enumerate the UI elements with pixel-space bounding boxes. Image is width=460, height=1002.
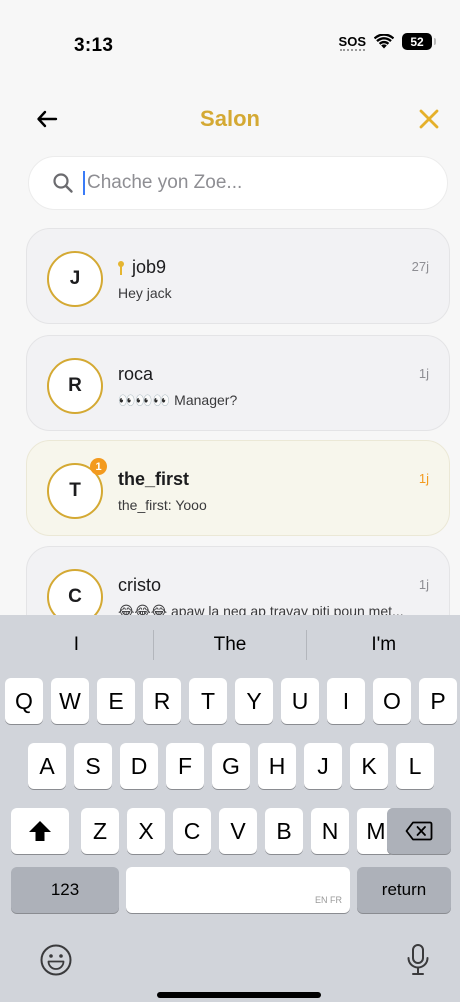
suggestion-1[interactable]: I bbox=[0, 634, 153, 656]
wifi-icon bbox=[374, 34, 394, 49]
sos-indicator: SOS bbox=[338, 34, 366, 51]
microphone-icon bbox=[407, 944, 429, 975]
key-w[interactable]: W bbox=[51, 678, 89, 724]
suggestion-2[interactable]: The bbox=[154, 634, 307, 656]
suggestion-3[interactable]: I'm bbox=[307, 634, 460, 656]
chat-time: 1j bbox=[418, 366, 429, 381]
key-g[interactable]: G bbox=[212, 743, 250, 789]
chat-item-the-first[interactable]: T 1 the_first the_first: Yooo 1j bbox=[26, 440, 450, 536]
emoji-button[interactable] bbox=[36, 940, 76, 980]
key-l[interactable]: L bbox=[396, 743, 434, 789]
shift-icon bbox=[29, 821, 51, 841]
dictation-button[interactable] bbox=[398, 940, 438, 980]
header: Salon bbox=[0, 100, 460, 140]
chat-time: 1j bbox=[418, 577, 429, 592]
close-button[interactable] bbox=[414, 104, 444, 134]
search-icon bbox=[51, 171, 75, 195]
shift-key[interactable] bbox=[11, 808, 69, 854]
chat-item-roca[interactable]: R roca 👀👀👀 Manager? 1j bbox=[26, 335, 450, 431]
keyboard: I The I'm Q W E R T Y U I O P A S D F G … bbox=[0, 615, 460, 1002]
backspace-icon bbox=[405, 821, 433, 841]
emoji-icon bbox=[40, 944, 72, 976]
key-j[interactable]: J bbox=[304, 743, 342, 789]
numbers-key[interactable]: 123 bbox=[11, 867, 119, 913]
key-a[interactable]: A bbox=[28, 743, 66, 789]
status-time: 3:13 bbox=[74, 35, 114, 56]
key-c[interactable]: C bbox=[173, 808, 211, 854]
page-title: Salon bbox=[200, 106, 260, 131]
chat-name-text: cristo bbox=[118, 575, 162, 595]
avatar: J bbox=[47, 251, 103, 307]
pin-icon bbox=[118, 260, 124, 275]
key-y[interactable]: Y bbox=[235, 678, 273, 724]
key-b[interactable]: B bbox=[265, 808, 303, 854]
space-key[interactable]: EN FR bbox=[126, 867, 350, 913]
key-r[interactable]: R bbox=[143, 678, 181, 724]
key-q[interactable]: Q bbox=[5, 678, 43, 724]
close-icon bbox=[419, 109, 439, 129]
battery-icon: 52 bbox=[402, 33, 436, 50]
key-s[interactable]: S bbox=[74, 743, 112, 789]
unread-badge: 1 bbox=[90, 458, 107, 475]
chat-name-text: the_first bbox=[118, 469, 190, 489]
text-cursor bbox=[83, 171, 85, 195]
keyboard-row-1: Q W E R T Y U I O P bbox=[0, 678, 460, 724]
key-f[interactable]: F bbox=[166, 743, 204, 789]
chat-name: the_first bbox=[118, 469, 189, 490]
keyboard-row-4: 123 EN FR return bbox=[0, 867, 460, 913]
key-k[interactable]: K bbox=[350, 743, 388, 789]
chat-preview: Hey jack bbox=[118, 285, 172, 301]
keyboard-row-2: A S D F G H J K L bbox=[0, 743, 460, 789]
home-indicator[interactable] bbox=[157, 992, 321, 998]
chat-item-job9[interactable]: J job9 Hey jack 27j bbox=[26, 228, 450, 324]
delete-key[interactable] bbox=[387, 808, 451, 854]
chat-name: roca bbox=[118, 364, 153, 385]
key-o[interactable]: O bbox=[373, 678, 411, 724]
battery-level: 52 bbox=[410, 34, 424, 49]
key-n[interactable]: N bbox=[311, 808, 349, 854]
chat-time: 1j bbox=[418, 471, 429, 486]
key-z[interactable]: Z bbox=[81, 808, 119, 854]
key-v[interactable]: V bbox=[219, 808, 257, 854]
suggestion-bar: I The I'm bbox=[0, 615, 460, 675]
chat-preview: the_first: Yooo bbox=[118, 497, 207, 513]
chat-name-text: job9 bbox=[132, 257, 167, 277]
key-u[interactable]: U bbox=[281, 678, 319, 724]
search-input[interactable] bbox=[87, 172, 407, 194]
status-icons: SOS 52 bbox=[338, 33, 436, 51]
avatar: R bbox=[47, 358, 103, 414]
key-d[interactable]: D bbox=[120, 743, 158, 789]
key-x[interactable]: X bbox=[127, 808, 165, 854]
key-t[interactable]: T bbox=[189, 678, 227, 724]
key-e[interactable]: E bbox=[97, 678, 135, 724]
chat-name: cristo bbox=[118, 575, 161, 596]
search-bar[interactable] bbox=[28, 156, 448, 210]
chat-name: job9 bbox=[118, 257, 166, 278]
key-i[interactable]: I bbox=[327, 678, 365, 724]
key-p[interactable]: P bbox=[419, 678, 457, 724]
keyboard-row-3: Z X C V B N M bbox=[0, 808, 460, 854]
key-h[interactable]: H bbox=[258, 743, 296, 789]
return-key[interactable]: return bbox=[357, 867, 451, 913]
chat-preview: 👀👀👀 Manager? bbox=[118, 392, 238, 408]
status-bar: 3:13 SOS 52 bbox=[0, 0, 460, 90]
chat-name-text: roca bbox=[118, 364, 154, 384]
chat-time: 27j bbox=[411, 259, 429, 274]
